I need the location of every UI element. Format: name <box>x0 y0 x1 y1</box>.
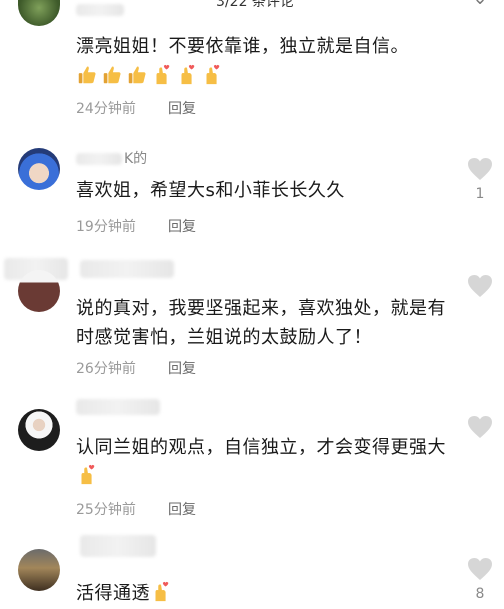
comment-time: 19分钟前 <box>76 219 136 235</box>
reply-button[interactable]: 回复 <box>168 217 196 237</box>
username-blurred <box>76 4 124 16</box>
avatar[interactable] <box>18 549 60 591</box>
finger-heart-icon <box>156 64 170 85</box>
username-blurred <box>76 399 160 415</box>
comments-count-title: 3/22 条评论 <box>216 0 294 10</box>
comment-time: 24分钟前 <box>76 101 136 117</box>
username-blurred <box>76 153 122 165</box>
avatar[interactable] <box>18 270 60 312</box>
reply-button[interactable]: 回复 <box>168 99 196 119</box>
finger-heart-icon <box>155 581 169 602</box>
username[interactable]: K的 <box>124 149 147 169</box>
finger-heart-icon <box>181 64 195 85</box>
comment-text: 漂亮姐姐！不要依靠谁，独立就是自信。 <box>76 36 409 57</box>
like-count: 1 <box>475 186 485 202</box>
close-icon[interactable]: ⌄ <box>470 0 490 12</box>
comment-text: 说的真对，我要坚强起来，喜欢独处，就是有时感觉害怕，兰姐说的太鼓励人了！ <box>76 298 446 348</box>
like-button[interactable]: 8 <box>466 557 494 603</box>
username-blurred <box>80 535 156 557</box>
like-button[interactable]: 1 <box>466 157 494 203</box>
reply-button[interactable]: 回复 <box>168 500 196 520</box>
comment-time: 26分钟前 <box>76 361 136 377</box>
comment-text: 认同兰姐的观点，自信独立，才会变得更强大 <box>76 433 456 491</box>
like-button[interactable] <box>466 274 494 298</box>
username-blurred <box>80 260 174 278</box>
emoji-row <box>76 64 226 88</box>
comment-time: 25分钟前 <box>76 502 136 518</box>
like-count: 8 <box>475 586 485 602</box>
comment-text: 喜欢姐，希望大s和小菲长长久久 <box>76 180 345 201</box>
comment-text: 活得通透 <box>76 579 456 608</box>
heart-icon <box>468 558 492 580</box>
heart-icon <box>468 158 492 180</box>
finger-heart-icon <box>206 64 220 85</box>
avatar[interactable] <box>18 0 60 26</box>
like-button[interactable] <box>466 415 494 439</box>
thumbs-up-icon <box>78 66 96 84</box>
heart-icon <box>468 416 492 438</box>
avatar[interactable] <box>18 148 60 190</box>
thumbs-up-icon <box>128 66 146 84</box>
thumbs-up-icon <box>103 66 121 84</box>
finger-heart-icon <box>81 464 95 485</box>
avatar[interactable] <box>18 409 60 451</box>
reply-button[interactable]: 回复 <box>168 359 196 379</box>
heart-icon <box>468 275 492 297</box>
